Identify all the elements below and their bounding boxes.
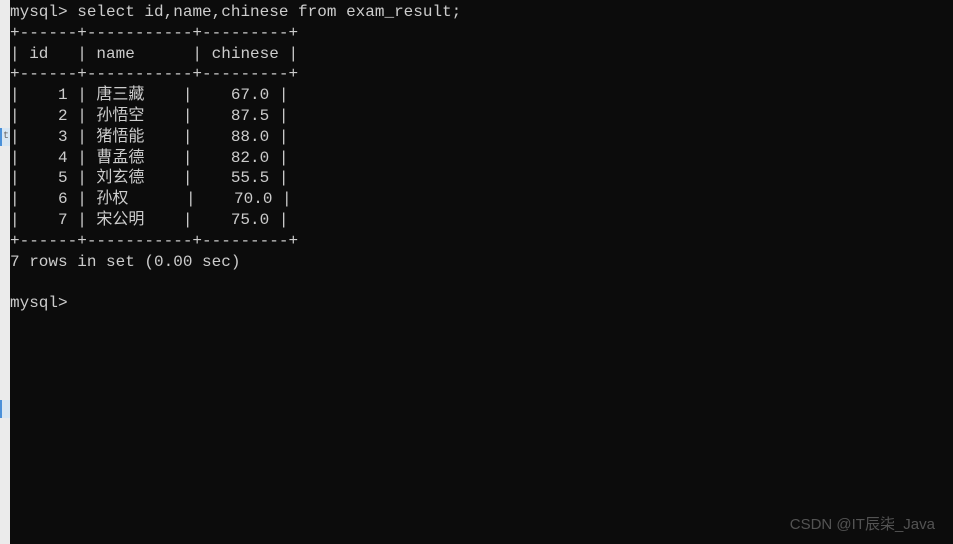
mysql-prompt: mysql> [10, 3, 77, 21]
table-border: +------+-----------+---------+ [10, 231, 953, 252]
mysql-prompt-line[interactable]: mysql> [10, 293, 953, 314]
editor-gutter: t [0, 0, 10, 544]
result-summary: 7 rows in set (0.00 sec) [10, 252, 953, 273]
table-border: +------+-----------+---------+ [10, 64, 953, 85]
watermark: CSDN @IT辰柒_Java [790, 515, 935, 535]
table-header: | id | name | chinese | [10, 44, 953, 65]
gutter-mark: t [0, 128, 10, 146]
gutter-mark [0, 400, 10, 418]
terminal-output[interactable]: mysql> select id,name,chinese from exam_… [10, 0, 953, 314]
sql-query: select id,name,chinese from exam_result; [77, 3, 461, 21]
table-rows: | 1 | 唐三藏 | 67.0 | | 2 | 孙悟空 | 87.5 | | … [10, 85, 953, 231]
mysql-prompt: mysql> [10, 294, 77, 312]
table-border: +------+-----------+---------+ [10, 23, 953, 44]
mysql-prompt-line: mysql> select id,name,chinese from exam_… [10, 2, 953, 23]
